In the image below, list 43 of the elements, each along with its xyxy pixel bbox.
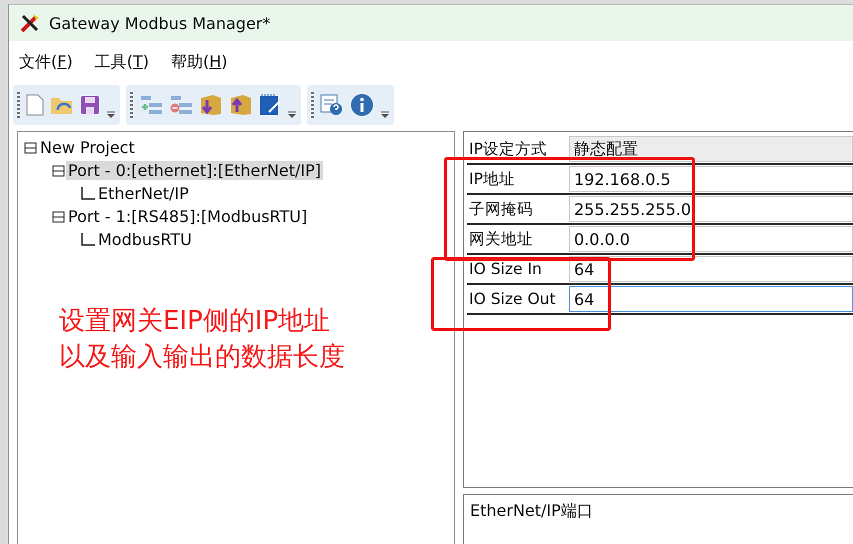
add-node-icon[interactable]	[139, 95, 163, 115]
menu-item[interactable]: 工具(T)	[94, 52, 149, 72]
info-icon[interactable]	[350, 93, 374, 117]
property-name: IP设定方式	[468, 138, 548, 160]
property-value[interactable]: 192.168.0.5	[569, 166, 853, 192]
tree-item[interactable]: ModbusRTU	[96, 230, 194, 249]
property-value[interactable]: 0.0.0.0	[569, 226, 853, 252]
collapse-icon[interactable]	[52, 164, 66, 178]
new-file-icon[interactable]	[26, 94, 44, 116]
tree-item[interactable]: New Project	[38, 138, 137, 157]
menu-item[interactable]: 帮助(H)	[170, 52, 228, 72]
dropdown-icon[interactable]	[287, 111, 297, 119]
annotation-text: 以及输入输出的数据长度	[59, 341, 345, 374]
window-title: Gateway Modbus Manager*	[49, 14, 270, 32]
notepad-icon[interactable]	[259, 94, 281, 116]
folder-icon[interactable]	[50, 95, 74, 115]
tree-item[interactable]: Port - 1:[RS485]:[ModbusRTU]	[66, 207, 310, 226]
description-panel: EtherNet/IP端口	[463, 494, 853, 544]
tree-line-icon	[80, 186, 96, 200]
tools-icon	[19, 12, 41, 34]
tree-item[interactable]: EtherNet/IP	[96, 184, 191, 203]
box-down-arrow-icon[interactable]	[199, 94, 223, 116]
dropdown-icon[interactable]	[106, 111, 116, 119]
property-value[interactable]: 64	[569, 286, 853, 312]
property-name: 网关地址	[468, 228, 534, 250]
save-icon[interactable]	[80, 95, 100, 115]
menu-item[interactable]: 文件(F)	[19, 52, 73, 72]
property-value[interactable]: 64	[569, 256, 853, 282]
help-document-icon[interactable]	[320, 94, 344, 116]
dropdown-icon[interactable]	[380, 111, 390, 119]
box-up-arrow-icon[interactable]	[229, 94, 253, 116]
property-name: IP地址	[468, 168, 516, 190]
property-value[interactable]: 静态配置	[569, 136, 853, 162]
annotation-text: 设置网关EIP侧的IP地址	[59, 305, 332, 338]
property-name: IO Size Out	[468, 289, 557, 310]
property-name: IO Size In	[468, 259, 543, 280]
tree-line-icon	[80, 232, 96, 246]
property-name: 子网掩码	[468, 198, 534, 220]
tree-item[interactable]: Port - 0:[ethernet]:[EtherNet/IP]	[66, 161, 324, 180]
collapse-icon[interactable]	[24, 140, 38, 154]
property-value[interactable]: 255.255.255.0	[569, 196, 853, 222]
collapse-icon[interactable]	[52, 210, 66, 224]
remove-node-icon[interactable]	[169, 95, 193, 115]
